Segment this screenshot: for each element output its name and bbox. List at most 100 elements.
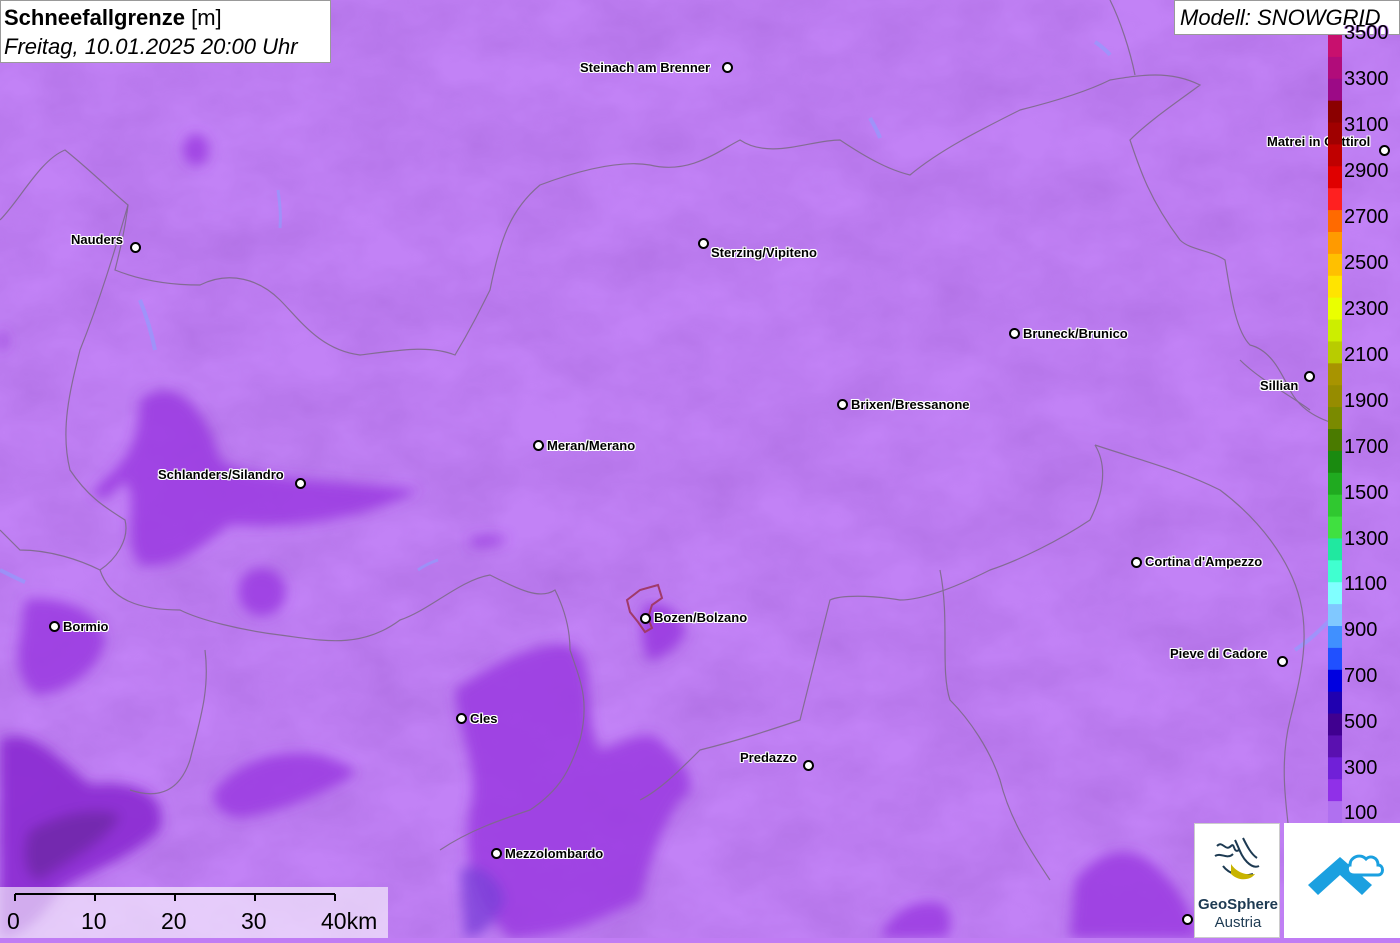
legend-swatch [1328,122,1342,145]
mountain-cloud-icon [1308,854,1384,895]
legend-swatch [1328,166,1342,189]
scale-label: 30 [241,908,267,934]
legend-label: 1500 [1344,482,1389,504]
legend-swatch [1328,144,1342,167]
city-dot[interactable] [837,399,848,410]
legend-label: 100 [1344,802,1378,824]
geosphere-country: Austria [1214,914,1262,931]
city-dot[interactable] [533,440,544,451]
geosphere-logo[interactable]: GeoSphere Austria [1194,823,1280,938]
legend-swatch [1328,188,1342,211]
city-dot[interactable] [295,478,306,489]
city-dot[interactable] [130,242,141,253]
city-label[interactable]: Pieve di Cadore [1170,646,1268,661]
legend-swatch [1328,210,1342,233]
legend-label: 1300 [1344,528,1389,550]
legend-swatch [1328,779,1342,802]
city-label[interactable]: Nauders [71,232,123,247]
scale-label: 10 [81,908,107,934]
legend-swatch [1328,56,1342,80]
legend-swatch [1328,538,1342,561]
legend-label: 2900 [1344,160,1389,182]
legend-swatch [1328,407,1342,430]
city-dot[interactable] [1277,656,1288,667]
legend-swatch [1328,319,1342,342]
map-title: Schneefallgrenze [m] [4,5,222,30]
city-label[interactable]: Steinach am Brenner [580,60,710,75]
city-label[interactable]: Meran/Merano [547,438,635,453]
city-dot[interactable] [456,713,467,724]
legend-swatch [1328,78,1342,102]
legend-swatch [1328,647,1342,671]
legend-label: 3500 [1344,22,1389,44]
city-label[interactable]: Schlanders/Silandro [158,467,284,482]
city-dot[interactable] [803,760,814,771]
legend-swatch [1328,494,1342,518]
geosphere-emblem-icon [1214,837,1260,880]
legend-label: 2300 [1344,298,1389,320]
legend-swatch [1328,363,1342,386]
legend-swatch [1328,626,1342,649]
legend-swatch [1328,35,1342,58]
legend-swatch [1328,801,1342,823]
city-dot[interactable] [722,62,733,73]
legend-swatch [1328,560,1342,583]
legend-swatch [1328,735,1342,758]
city-dot[interactable] [49,621,60,632]
geosphere-name: GeoSphere [1197,896,1279,913]
legend-swatch [1328,385,1342,408]
legend-label: 3100 [1344,114,1389,136]
legend-swatch [1328,450,1342,474]
city-label[interactable]: Sillian [1260,378,1298,393]
legend-swatch [1328,297,1342,321]
city-dot[interactable] [1304,371,1315,382]
legend-swatch [1328,253,1342,277]
legend-swatch [1328,429,1342,452]
city-dot[interactable] [1131,557,1142,568]
city-dot[interactable] [1009,328,1020,339]
city-label[interactable]: Bormio [63,619,109,634]
legend-label: 2700 [1344,206,1389,228]
city-dot[interactable] [1379,145,1390,156]
city-label[interactable]: Cles [470,711,497,726]
legend-label: 1900 [1344,390,1389,412]
partner-logo[interactable] [1284,823,1400,938]
title-box: Schneefallgrenze [m] Freitag, 10.01.2025… [0,0,331,63]
city-label[interactable]: Bozen/Bolzano [654,610,747,625]
city-dot[interactable] [698,238,709,249]
legend-label: 1700 [1344,436,1389,458]
legend-swatch [1328,582,1342,605]
legend-label: 3300 [1344,68,1389,90]
city-dot[interactable] [640,613,651,624]
legend-label: 700 [1344,665,1378,687]
city-dot[interactable] [1182,914,1193,925]
legend-swatch [1328,232,1342,255]
legend-label: 900 [1344,619,1378,641]
map-datetime: Freitag, 10.01.2025 20:00 Uhr [4,34,298,59]
legend-swatch [1328,604,1342,627]
legend-label: 1100 [1344,573,1388,595]
legend-label: 2500 [1344,252,1389,274]
legend-swatch [1328,341,1342,364]
city-label[interactable]: Predazzo [740,750,797,765]
scale-label: 40km [321,908,378,934]
scale-label: 20 [161,908,187,934]
legend-label: 2100 [1344,344,1389,366]
city-dot[interactable] [491,848,502,859]
city-label[interactable]: Bruneck/Brunico [1023,326,1128,341]
city-label[interactable]: Brixen/Bressanone [851,397,970,412]
legend-swatch [1328,275,1342,299]
legend-swatch [1328,472,1342,496]
legend-swatch [1328,100,1342,124]
scale-label: 0 [7,908,20,934]
city-label[interactable]: Cortina d'Ampezzo [1145,554,1262,569]
city-label[interactable]: Mezzolombardo [505,846,603,861]
legend-label: 500 [1344,711,1378,733]
legend-label: 300 [1344,757,1378,779]
city-label[interactable]: Sterzing/Vipiteno [711,245,817,260]
legend-colorbar [1328,35,1342,823]
legend-swatch [1328,516,1342,539]
legend-swatch [1328,669,1342,693]
legend-swatch [1328,691,1342,715]
legend-swatch [1328,757,1342,780]
